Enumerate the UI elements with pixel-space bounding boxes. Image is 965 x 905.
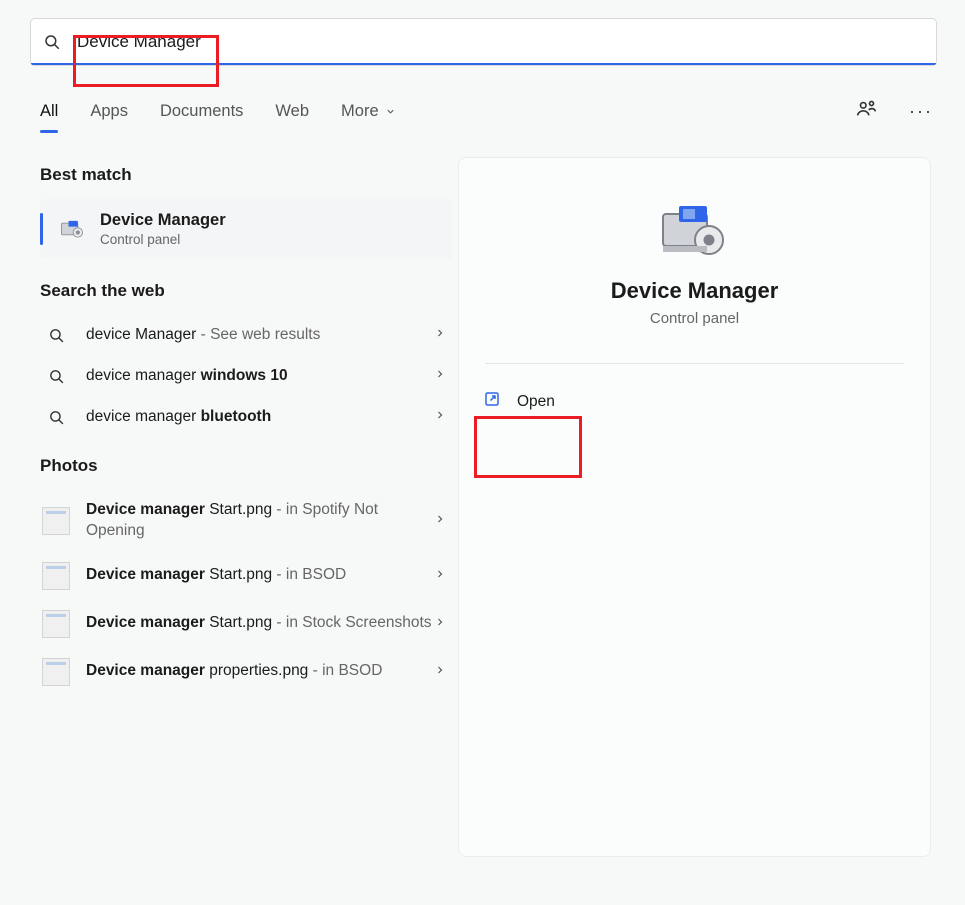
best-match-header: Best match — [40, 165, 452, 185]
photos-results-list: Device manager Start.png - in Spotify No… — [40, 490, 452, 696]
tab-apps[interactable]: Apps — [90, 102, 128, 121]
open-label: Open — [517, 393, 555, 411]
tab-web[interactable]: Web — [275, 102, 309, 121]
file-thumbnail-icon — [42, 562, 70, 590]
web-result-item[interactable]: device manager bluetooth — [40, 397, 452, 438]
web-results-list: device Manager - See web results device m… — [40, 315, 452, 438]
photo-result-item[interactable]: Device manager Start.png - in Spotify No… — [40, 490, 452, 552]
preview-subtitle: Control panel — [479, 310, 910, 327]
preview-app-icon — [655, 194, 735, 264]
photo-result-text: Device manager Start.png - in Spotify No… — [86, 500, 434, 542]
best-match-subtitle: Control panel — [100, 232, 226, 247]
web-result-text: device manager windows 10 — [86, 366, 434, 387]
photo-result-item[interactable]: Device manager Start.png - in BSOD — [40, 552, 452, 600]
tab-more-label: More — [341, 102, 379, 121]
chevron-right-icon — [434, 512, 446, 530]
filter-tabs: All Apps Documents Web More ··· — [18, 66, 947, 135]
best-match-text: Device Manager Control panel — [100, 211, 226, 247]
web-result-item[interactable]: device Manager - See web results — [40, 315, 452, 356]
chevron-right-icon — [434, 663, 446, 681]
chevron-down-icon — [385, 106, 396, 117]
device-manager-icon — [58, 215, 86, 243]
preview-divider — [485, 363, 904, 364]
tab-more[interactable]: More — [341, 102, 396, 121]
web-result-item[interactable]: device manager windows 10 — [40, 356, 452, 397]
search-box[interactable] — [30, 18, 937, 66]
more-options-icon[interactable]: ··· — [909, 101, 933, 122]
chevron-right-icon — [434, 326, 446, 344]
web-result-text: device Manager - See web results — [86, 325, 434, 346]
file-thumbnail-icon — [42, 610, 70, 638]
photo-result-text: Device manager Start.png - in BSOD — [86, 565, 434, 586]
results-area: Best match Device Manager Control panel … — [18, 135, 947, 857]
photos-header: Photos — [40, 456, 452, 476]
chevron-right-icon — [434, 567, 446, 585]
photo-result-text: Device manager Start.png - in Stock Scre… — [86, 613, 434, 634]
best-match-title: Device Manager — [100, 211, 226, 230]
photo-result-text: Device manager properties.png - in BSOD — [86, 661, 434, 682]
chevron-right-icon — [434, 408, 446, 426]
preview-title: Device Manager — [479, 278, 910, 304]
search-input[interactable] — [75, 31, 924, 53]
search-icon — [43, 33, 61, 51]
search-web-header: Search the web — [40, 281, 452, 301]
open-action[interactable]: Open — [479, 382, 910, 421]
tab-documents[interactable]: Documents — [160, 102, 243, 121]
chevron-right-icon — [434, 367, 446, 385]
search-icon — [42, 327, 70, 344]
photo-result-item[interactable]: Device manager properties.png - in BSOD — [40, 648, 452, 696]
tab-all[interactable]: All — [40, 102, 58, 121]
best-match-item[interactable]: Device Manager Control panel — [40, 199, 452, 259]
results-left-column: Best match Device Manager Control panel … — [18, 157, 458, 857]
preview-pane: Device Manager Control panel Open — [458, 157, 931, 857]
web-result-text: device manager bluetooth — [86, 407, 434, 428]
organization-search-icon[interactable] — [855, 98, 877, 125]
chevron-right-icon — [434, 615, 446, 633]
search-flyout: All Apps Documents Web More ··· Best mat… — [0, 0, 965, 905]
search-icon — [42, 409, 70, 426]
photo-result-item[interactable]: Device manager Start.png - in Stock Scre… — [40, 600, 452, 648]
file-thumbnail-icon — [42, 658, 70, 686]
open-external-icon — [483, 390, 501, 413]
file-thumbnail-icon — [42, 507, 70, 535]
search-icon — [42, 368, 70, 385]
